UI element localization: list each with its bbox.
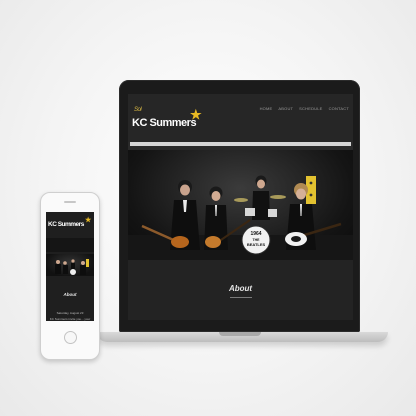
main-nav: HOME ABOUT SCHEDULE CONTACT <box>260 106 349 111</box>
drum-text-beatles: BEATLES <box>247 242 266 247</box>
about-section: About <box>128 260 353 320</box>
site-header: KC Summers Sol ★ HOME ABOUT SCHEDULE CON… <box>128 94 353 142</box>
logo-sub: Sol <box>134 107 142 113</box>
about-heading: About <box>228 284 253 293</box>
drum-text-year: 1964 <box>250 231 261 237</box>
phone-screen: KC Summers ★ About Saturday, August 23 K… <box>46 212 94 321</box>
about-underline <box>230 297 252 298</box>
phone-logo-text: KC Summers <box>48 221 84 228</box>
phone-speaker <box>64 201 76 203</box>
phone-about-heading: About <box>63 292 77 297</box>
nav-item-contact[interactable]: CONTACT <box>329 106 349 111</box>
site-logo[interactable]: KC Summers Sol ★ <box>132 107 202 129</box>
phone-band-illustration <box>55 259 89 275</box>
phone-mockup: KC Summers ★ About Saturday, August 23 K… <box>40 192 100 360</box>
nav-item-schedule[interactable]: SCHEDULE <box>299 106 322 111</box>
logo-text: KC Summers <box>132 117 197 129</box>
laptop-notch <box>219 332 261 336</box>
phone-logo[interactable]: KC Summers ★ <box>48 217 91 228</box>
nav-item-home[interactable]: HOME <box>260 106 273 111</box>
header-divider <box>130 142 351 146</box>
band-illustration: 1964 THE BEATLES <box>128 175 353 260</box>
phone-excerpt: KC Summers invite you... your <box>49 317 91 321</box>
phone-hero-photo <box>46 254 94 276</box>
phone-nav-bar <box>46 238 94 274</box>
phone-star-icon: ★ <box>85 217 91 224</box>
home-button[interactable] <box>64 331 77 344</box>
laptop-screen: KC Summers Sol ★ HOME ABOUT SCHEDULE CON… <box>128 94 353 320</box>
phone-event-date: Saturday, August 23 <box>56 311 84 315</box>
nav-item-about[interactable]: ABOUT <box>278 106 293 111</box>
star-icon: ★ <box>190 107 202 122</box>
hero-band-photo: 1964 THE BEATLES <box>128 150 353 260</box>
